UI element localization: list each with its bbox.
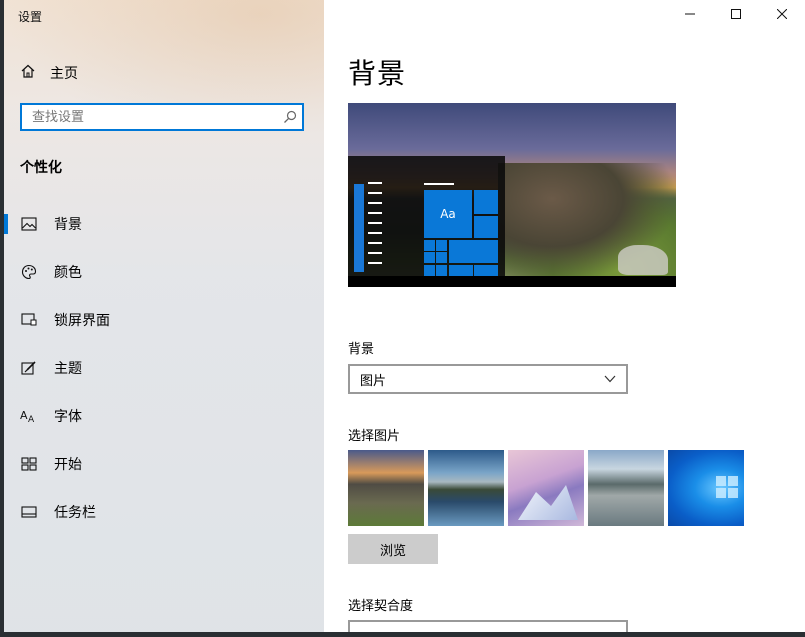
home-label: 主页 — [50, 66, 78, 82]
section-title: 个性化 — [20, 160, 62, 176]
search-icon[interactable] — [278, 110, 302, 124]
taskbar-icon — [20, 503, 38, 521]
svg-text:A: A — [28, 415, 35, 424]
desktop-preview: Aa — [348, 103, 676, 287]
background-type-dropdown[interactable]: 图片 — [348, 364, 628, 394]
settings-window: 设置 主页 个性化 背景 — [4, 0, 805, 632]
window-title: 设置 — [18, 10, 43, 24]
picture-thumbnail[interactable] — [588, 450, 664, 526]
lock-screen-icon — [20, 311, 38, 329]
palette-icon — [20, 263, 38, 281]
font-icon: AA — [20, 407, 38, 425]
start-grid-icon — [20, 455, 38, 473]
sidebar-item-start[interactable]: 开始 — [4, 440, 324, 488]
sidebar-item-label: 任务栏 — [54, 505, 96, 521]
preview-app-column — [354, 184, 364, 272]
page-title: 背景 — [348, 57, 407, 90]
sidebar-item-label: 开始 — [54, 457, 82, 473]
picture-thumbnail[interactable] — [428, 450, 504, 526]
sidebar-item-fonts[interactable]: AA 字体 — [4, 392, 324, 440]
sidebar-item-label: 颜色 — [54, 265, 82, 281]
svg-text:A: A — [20, 409, 28, 422]
windows-logo-icon — [716, 476, 738, 498]
picture-thumbnails — [348, 450, 744, 526]
preview-taskbar — [348, 276, 676, 287]
chevron-down-icon — [604, 372, 616, 387]
sidebar-item-colors[interactable]: 颜色 — [4, 248, 324, 296]
background-type-label: 背景 — [348, 342, 375, 357]
picture-thumbnail[interactable] — [508, 450, 584, 526]
picture-icon — [20, 215, 38, 233]
preview-tile-header — [424, 183, 454, 185]
browse-button[interactable]: 浏览 — [348, 534, 438, 564]
preview-tiles: Aa — [424, 190, 500, 276]
sidebar-item-lock-screen[interactable]: 锁屏界面 — [4, 296, 324, 344]
search-box[interactable] — [20, 103, 304, 131]
home-nav-item[interactable]: 主页 — [20, 63, 78, 83]
preview-rocks — [618, 245, 668, 275]
sidebar-item-label: 背景 — [54, 217, 82, 233]
preview-tile-aa: Aa — [424, 190, 472, 238]
main-content: 背景 Aa 背景 图片 选择图片 浏览 选择契合度 — [324, 0, 805, 632]
theme-brush-icon — [20, 359, 38, 377]
preview-app-list — [368, 182, 382, 272]
nav-list: 背景 颜色 锁屏界面 主题 A A 字体 开始 任务栏 — [4, 200, 324, 536]
sidebar-item-taskbar[interactable]: 任务栏 — [4, 488, 324, 536]
sidebar: 设置 主页 个性化 背景 — [4, 0, 324, 632]
sidebar-item-label: 锁屏界面 — [54, 313, 110, 329]
sidebar-item-label: 主题 — [54, 361, 82, 377]
fit-dropdown[interactable] — [348, 620, 628, 632]
sidebar-item-themes[interactable]: 主题 — [4, 344, 324, 392]
fit-label: 选择契合度 — [348, 599, 414, 614]
preview-start-menu: Aa — [348, 156, 505, 276]
picture-thumbnail[interactable] — [668, 450, 744, 526]
background-type-value: 图片 — [360, 373, 387, 389]
choose-picture-label: 选择图片 — [348, 429, 401, 444]
search-input[interactable] — [22, 105, 278, 129]
picture-thumbnail[interactable] — [348, 450, 424, 526]
sidebar-item-label: 字体 — [54, 409, 82, 425]
sidebar-item-background[interactable]: 背景 — [4, 200, 324, 248]
home-icon — [20, 63, 36, 83]
